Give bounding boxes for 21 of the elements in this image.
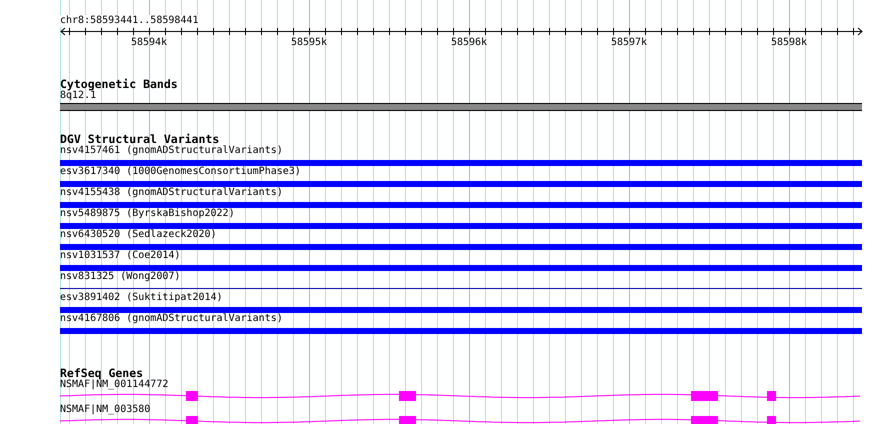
variant-label: nsv831325 (Wong2007) (60, 271, 180, 283)
variant-label: nsv4157461 (gnomADStructuralVariants) (60, 145, 283, 157)
track-title: RefSeq Genes (60, 367, 144, 379)
tick-label: 58595k (290, 37, 328, 49)
track-title: Cytogenetic Bands (60, 78, 178, 90)
variant-label: nsv4167806 (gnomADStructuralVariants) (60, 313, 283, 325)
band-label: 8q12.1 (60, 90, 96, 102)
tick-label: 58597k (610, 37, 648, 49)
track-title: DGV Structural Variants (60, 133, 220, 145)
tick-label: 58596k (450, 37, 488, 49)
variant-label: esv3891402 (Suktitipat2014) (60, 292, 223, 304)
variant-label: nsv6430520 (Sedlazeck2020) (60, 229, 217, 241)
variant-label: esv3617340 (1000GenomesConsortiumPhase3) (60, 166, 301, 178)
tick-label: 58594k (130, 37, 168, 49)
transcript-label: NSMAF|NM_003580 (60, 404, 150, 416)
location-label: chr8:58593441..58598441 (60, 15, 198, 27)
transcript-label: NSMAF|NM_001144772 (60, 379, 168, 391)
tick-label: 58598k (770, 37, 808, 49)
variant-label: nsv4155438 (gnomADStructuralVariants) (60, 187, 283, 199)
variant-label: nsv1031537 (Coe2014) (60, 250, 180, 262)
variant-label: nsv5489875 (ByrskaBishop2022) (60, 208, 235, 220)
